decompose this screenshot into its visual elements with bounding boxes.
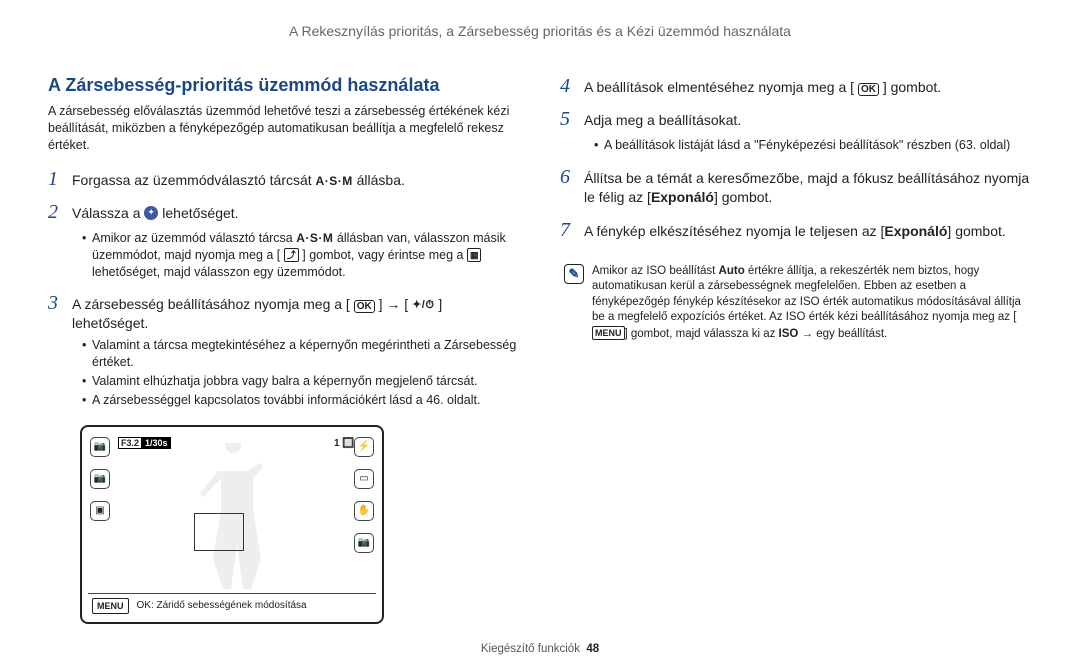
info-note: ✎ Amikor az ISO beállítást Auto értékre …	[560, 258, 1032, 349]
aperture-value: F3.2	[118, 437, 142, 449]
step-text: állásba.	[357, 172, 405, 188]
bullet-text: A beállítások listáját lásd a "Fényképez…	[594, 137, 1032, 154]
menu-icon: MENU	[592, 326, 625, 340]
shot-count: 1	[334, 438, 340, 449]
step-3: 3 A zársebesség beállításához nyomja meg…	[48, 290, 520, 333]
step-text: ] gombot.	[883, 79, 941, 95]
right-column: 4 A beállítások elmentéséhez nyomja meg …	[560, 73, 1032, 624]
expose-label: Exponáló	[651, 189, 714, 205]
page-number: 48	[586, 643, 599, 655]
iso-label: ISO	[779, 328, 799, 340]
left-column: A Zársebesség-prioritás üzemmód használa…	[48, 73, 520, 624]
step-4: 4 A beállítások elmentéséhez nyomja meg …	[560, 73, 1032, 100]
note-text: → egy beállítást.	[798, 328, 887, 340]
page-header: A Rekesznyílás prioritás, a Zársebesség …	[48, 22, 1032, 41]
note-text: Amikor az ISO beállítást	[592, 265, 719, 277]
grid-icon: ▦	[467, 248, 482, 262]
lcd-effect-icon: 📷	[90, 469, 110, 489]
step-7: 7 A fénykép elkészítéséhez nyomja le tel…	[560, 217, 1032, 244]
step-number: 2	[48, 199, 72, 226]
page-footer: Kiegészítő funkciók 48	[48, 642, 1032, 658]
lcd-stab-icon: ✋	[354, 501, 374, 521]
step-number: 3	[48, 290, 72, 317]
lcd-drive-icon: ▣	[90, 501, 110, 521]
lcd-flash-icon: ⚡	[354, 437, 374, 457]
step-text: ] → [	[379, 296, 409, 312]
lcd-mode-icon: 📷	[90, 437, 110, 457]
bullet-text: Valamint elhúzhatja jobbra vagy balra a …	[82, 373, 520, 390]
footer-label: Kiegészítő funkciók	[481, 643, 580, 655]
ok-icon: OK	[858, 83, 879, 96]
step-5: 5 Adja meg a beállításokat.	[560, 106, 1032, 133]
auto-label: Auto	[719, 265, 745, 277]
expose-label: Exponáló	[884, 223, 947, 239]
step-text: Adja meg a beállításokat.	[584, 111, 1032, 130]
mode-icon	[144, 206, 158, 220]
lcd-illustration: F3.21/30s 1 🔲 🔋 📷 📷 ▣ ⚡	[80, 425, 384, 624]
step-2: 2 Válassza a lehetőséget.	[48, 199, 520, 226]
step-text: A zársebesség beállításához nyomja meg a…	[72, 296, 350, 312]
section-title: A Zársebesség-prioritás üzemmód használa…	[48, 73, 520, 97]
note-text: ] gombot, majd válassza ki az	[625, 328, 779, 340]
step-text: ] gombot.	[714, 189, 772, 205]
step-text: lehetőséget.	[162, 205, 238, 221]
bullet-text: lehetőséget, majd válasszon egy üzemmódo…	[92, 265, 346, 279]
bullet-text: Amikor az üzemmód választó tárcsa	[92, 231, 296, 245]
flash-timer-icon: ✦/⏱	[412, 298, 434, 313]
bullet-text: Valamint a tárcsa megtekintéséhez a képe…	[82, 337, 520, 371]
shutter-value: 1/30s	[142, 437, 171, 449]
step-text: A fénykép elkészítéséhez nyomja le telje…	[584, 223, 884, 239]
step-2-bullets: Amikor az üzemmód választó tárcsa A·S·M …	[82, 230, 520, 281]
back-icon: ⤴	[284, 248, 299, 262]
step-3-bullets: Valamint a tárcsa megtekintéséhez a képe…	[82, 337, 520, 409]
lcd-camera-icon: 📷	[354, 533, 374, 553]
asm-icon: A·S·M	[316, 174, 353, 188]
step-number: 7	[560, 217, 584, 244]
lcd-size-icon: ▭	[354, 469, 374, 489]
bullet-text: ] gombot, vagy érintse meg a	[302, 248, 467, 262]
lcd-status-text: OK: Záridő sebességének módosítása	[137, 599, 307, 613]
step-number: 4	[560, 73, 584, 100]
info-icon: ✎	[564, 264, 584, 284]
step-text: Válassza a	[72, 205, 144, 221]
asm-icon: A·S·M	[296, 231, 333, 245]
step-1: 1 Forgassa az üzemmódválasztó tárcsát A·…	[48, 166, 520, 193]
step-text: Forgassa az üzemmódválasztó tárcsát	[72, 172, 316, 188]
menu-icon: MENU	[92, 598, 129, 614]
step-number: 5	[560, 106, 584, 133]
step-6: 6 Állítsa be a témát a keresőmezőbe, maj…	[560, 164, 1032, 207]
step-text: A beállítások elmentéséhez nyomja meg a …	[584, 79, 854, 95]
step-number: 6	[560, 164, 584, 191]
ok-icon: OK	[354, 300, 375, 313]
intro-text: A zársebesség előválasztás üzemmód lehet…	[48, 103, 520, 154]
step-number: 1	[48, 166, 72, 193]
step-text: ] gombot.	[947, 223, 1005, 239]
focus-frame	[194, 513, 244, 551]
bullet-text: A zársebességgel kapcsolatos további inf…	[82, 392, 520, 409]
step-5-bullets: A beállítások listáját lásd a "Fényképez…	[594, 137, 1032, 154]
